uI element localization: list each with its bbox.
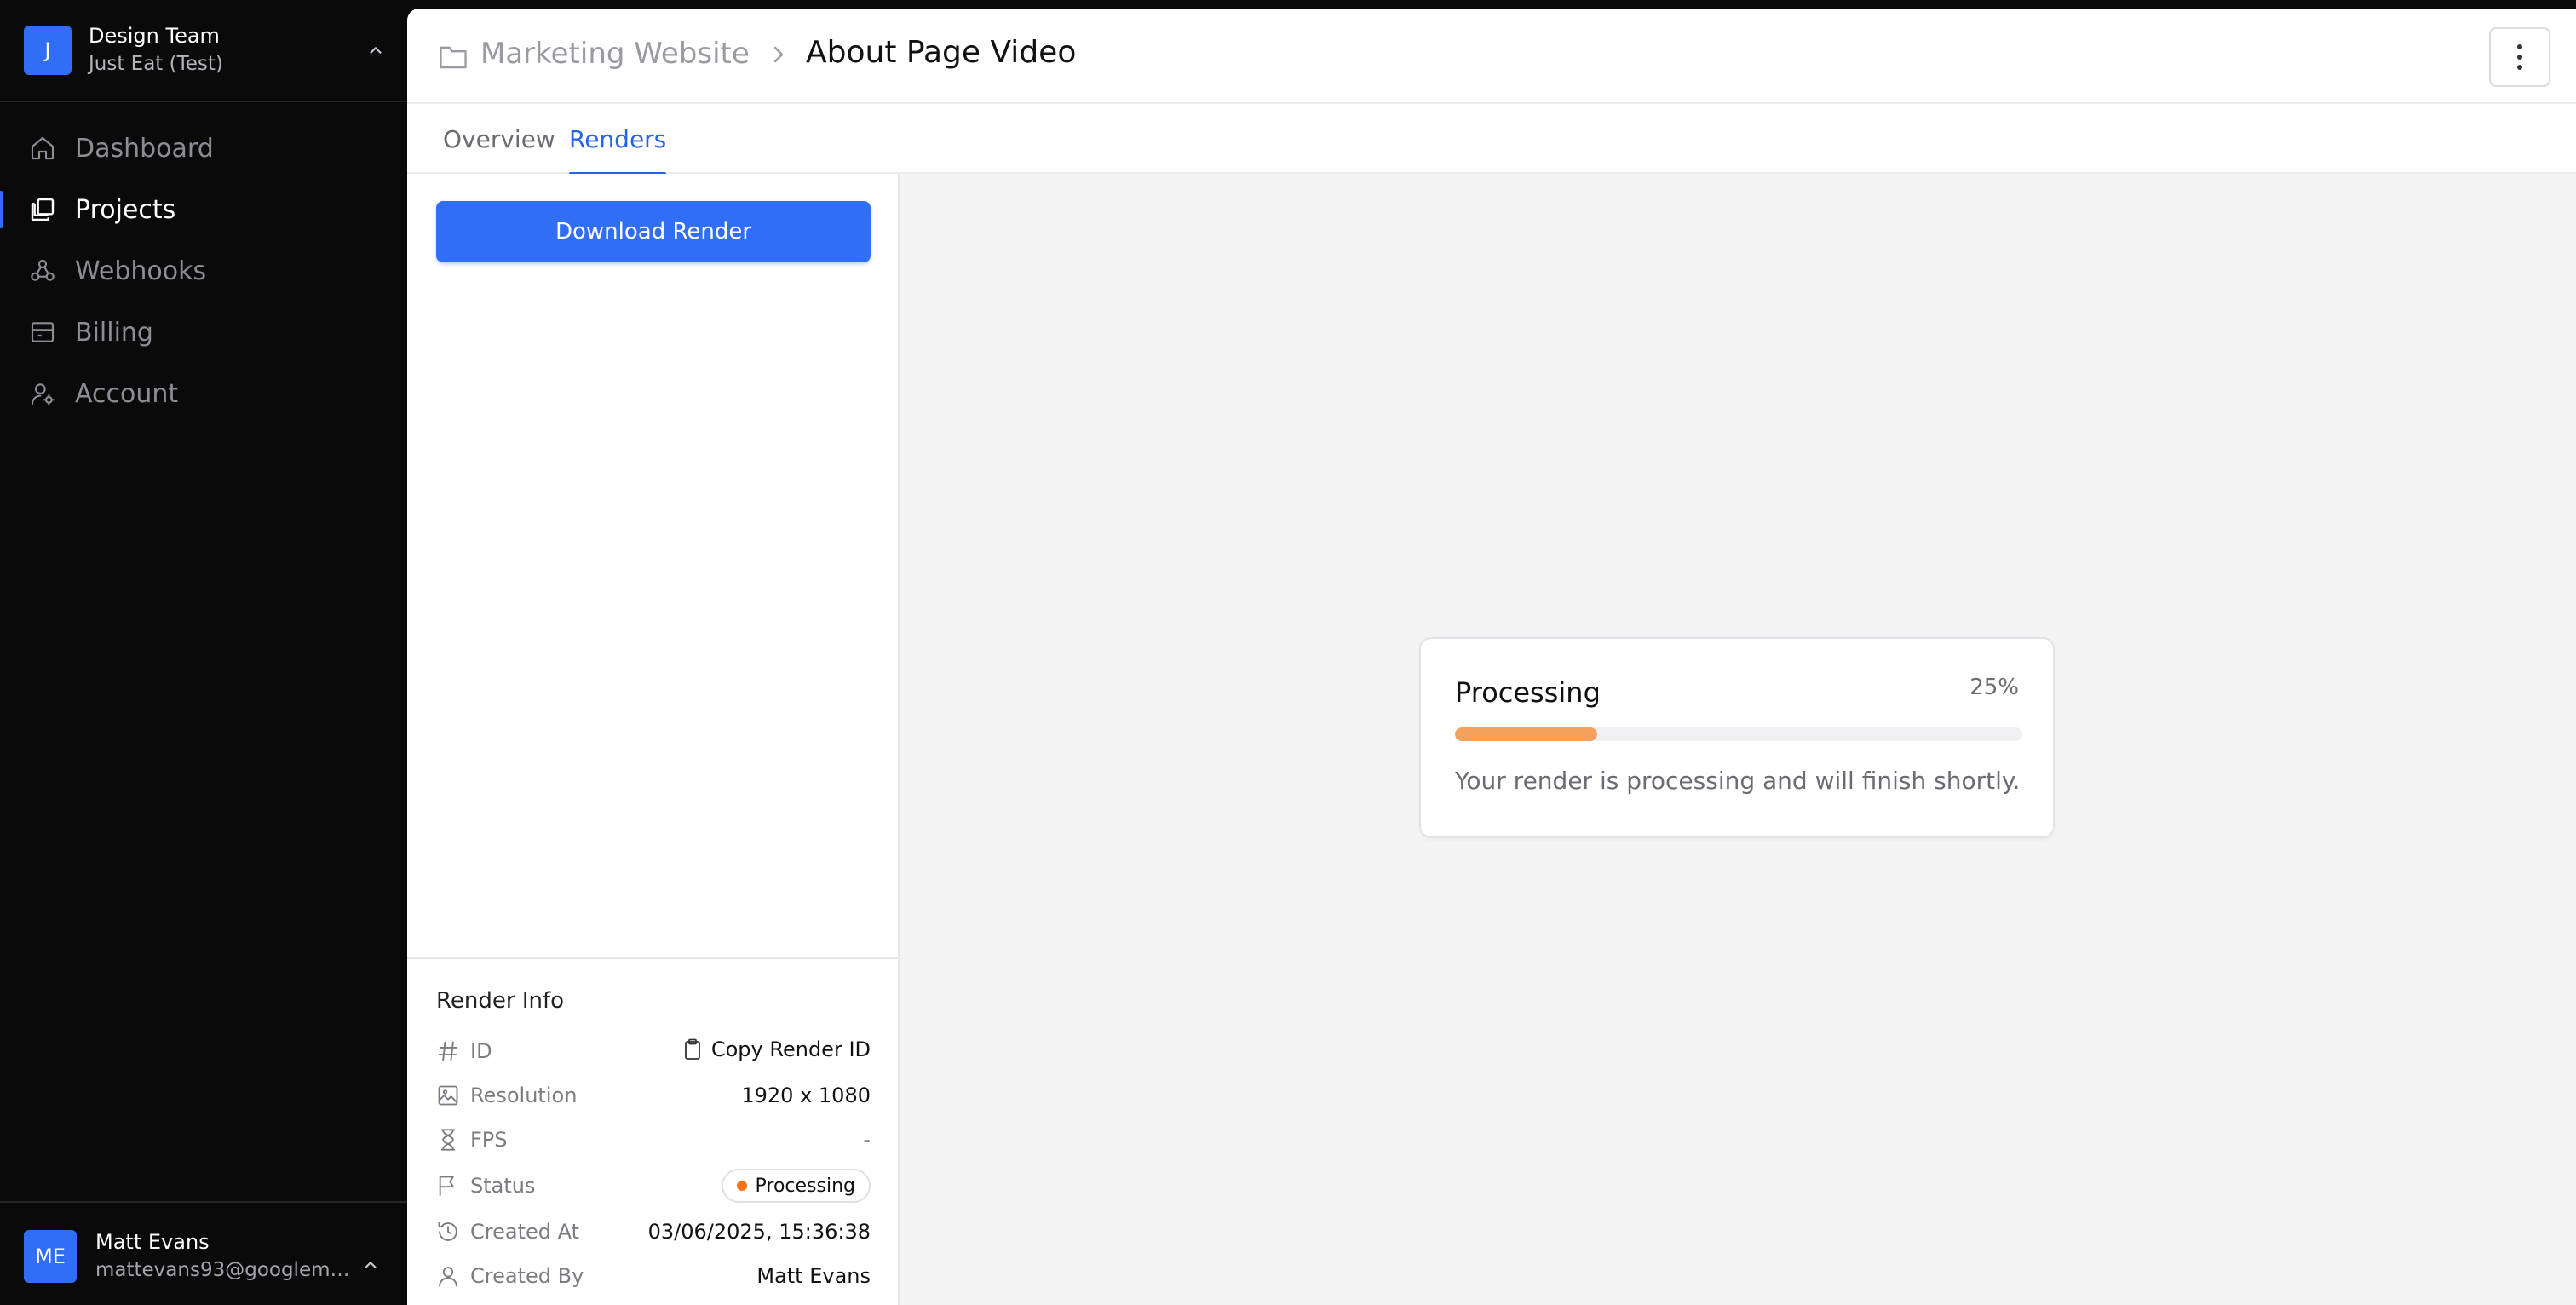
- fps-value: -: [863, 1128, 871, 1152]
- sidebar-item-webhooks[interactable]: Webhooks: [0, 240, 407, 302]
- render-info-row-created-by: Created By Matt Evans: [436, 1259, 871, 1293]
- user-name: Matt Evans: [95, 1230, 210, 1254]
- progress-bar: [1455, 727, 2022, 741]
- render-info-label: FPS: [470, 1128, 508, 1152]
- main-content: Marketing Website About Page Video Overv…: [407, 9, 2576, 1305]
- sidebar-nav: Dashboard Projects Webhooks Billing Acco…: [0, 118, 407, 424]
- team-avatar: J: [24, 26, 72, 75]
- kebab-menu-icon: [2516, 43, 2523, 71]
- copy-render-id-label: Copy Render ID: [710, 1038, 871, 1061]
- render-preview-area: Processing 25% Your render is processing…: [900, 174, 2576, 1305]
- folder-icon: [438, 43, 469, 70]
- page-title: About Page Video: [806, 35, 1077, 70]
- render-info-row-fps: FPS -: [436, 1123, 871, 1157]
- resolution-value: 1920 x 1080: [741, 1084, 871, 1107]
- created-by-value: Matt Evans: [756, 1264, 871, 1288]
- processing-title: Processing: [1455, 676, 1601, 709]
- projects-icon: [29, 196, 56, 223]
- image-icon: [436, 1084, 460, 1107]
- sidebar-item-label: Account: [75, 378, 179, 409]
- render-info-section: Render Info ID Copy Render ID Resolution: [407, 957, 898, 1305]
- render-side-panel: Download Render Render Info ID Copy Rend…: [407, 174, 900, 1305]
- render-info-row-id: ID Copy Render ID: [436, 1034, 871, 1068]
- chevron-up-icon[interactable]: [361, 1256, 380, 1274]
- chevron-up-icon[interactable]: [366, 41, 385, 60]
- user-menu[interactable]: ME Matt Evans mattevans93@googlemail.com: [0, 1201, 407, 1305]
- render-info-row-created-at: Created At 03/06/2025, 15:36:38: [436, 1215, 871, 1249]
- home-icon: [29, 135, 56, 162]
- page-header: Marketing Website About Page Video: [407, 9, 2576, 104]
- processing-message: Your render is processing and will finis…: [1455, 767, 2021, 795]
- progress-percent: 25%: [1969, 675, 2019, 700]
- history-icon: [436, 1220, 460, 1244]
- status-badge-label: Processing: [755, 1175, 855, 1197]
- sidebar-item-projects[interactable]: Projects: [0, 179, 407, 240]
- status-dot: [736, 1181, 747, 1191]
- tab-bar: Overview Renders: [407, 104, 2576, 175]
- download-render-button[interactable]: Download Render: [436, 201, 871, 262]
- sidebar-item-label: Webhooks: [75, 256, 207, 286]
- billing-icon: [29, 319, 56, 346]
- flag-icon: [436, 1174, 460, 1198]
- created-at-value: 03/06/2025, 15:36:38: [647, 1220, 871, 1244]
- progress-bar-fill: [1455, 727, 1597, 741]
- breadcrumb-parent[interactable]: Marketing Website: [480, 37, 750, 71]
- sidebar-item-label: Projects: [75, 194, 176, 225]
- render-info-label: Resolution: [470, 1084, 578, 1107]
- clipboard-icon: [682, 1038, 711, 1061]
- tab-overview[interactable]: Overview: [443, 104, 555, 174]
- render-info-label: Created At: [470, 1220, 580, 1244]
- account-icon: [29, 380, 56, 407]
- hourglass-icon: [436, 1128, 460, 1152]
- sidebar-item-label: Billing: [75, 317, 153, 348]
- sidebar-item-label: Dashboard: [75, 133, 214, 164]
- team-switcher[interactable]: J Design Team Just Eat (Test): [0, 0, 407, 102]
- sidebar-item-billing[interactable]: Billing: [0, 302, 407, 363]
- render-info-row-resolution: Resolution 1920 x 1080: [436, 1078, 871, 1112]
- team-name: Design Team: [89, 24, 220, 48]
- copy-render-id-button[interactable]: Copy Render ID: [682, 1038, 871, 1061]
- avatar: ME: [24, 1230, 77, 1283]
- hash-icon: [436, 1039, 460, 1063]
- more-options-button[interactable]: [2489, 27, 2550, 87]
- render-info-label: Status: [470, 1174, 536, 1198]
- tab-renders[interactable]: Renders: [569, 104, 667, 175]
- sidebar: J Design Team Just Eat (Test) Dashboard …: [0, 0, 407, 1305]
- user-icon: [436, 1264, 460, 1288]
- sidebar-item-account[interactable]: Account: [0, 363, 407, 424]
- processing-card: Processing 25% Your render is processing…: [1419, 637, 2055, 838]
- status-badge: Processing: [721, 1169, 871, 1203]
- user-email: mattevans93@googlemail.com: [95, 1259, 351, 1281]
- render-info-title: Render Info: [436, 988, 565, 1014]
- webhooks-icon: [29, 257, 56, 285]
- chevron-right-icon: [770, 44, 787, 65]
- render-info-label: Created By: [470, 1264, 584, 1288]
- render-info-row-status: Status Processing: [436, 1169, 871, 1203]
- render-info-label: ID: [470, 1039, 492, 1063]
- team-org: Just Eat (Test): [89, 53, 223, 75]
- sidebar-item-dashboard[interactable]: Dashboard: [0, 118, 407, 179]
